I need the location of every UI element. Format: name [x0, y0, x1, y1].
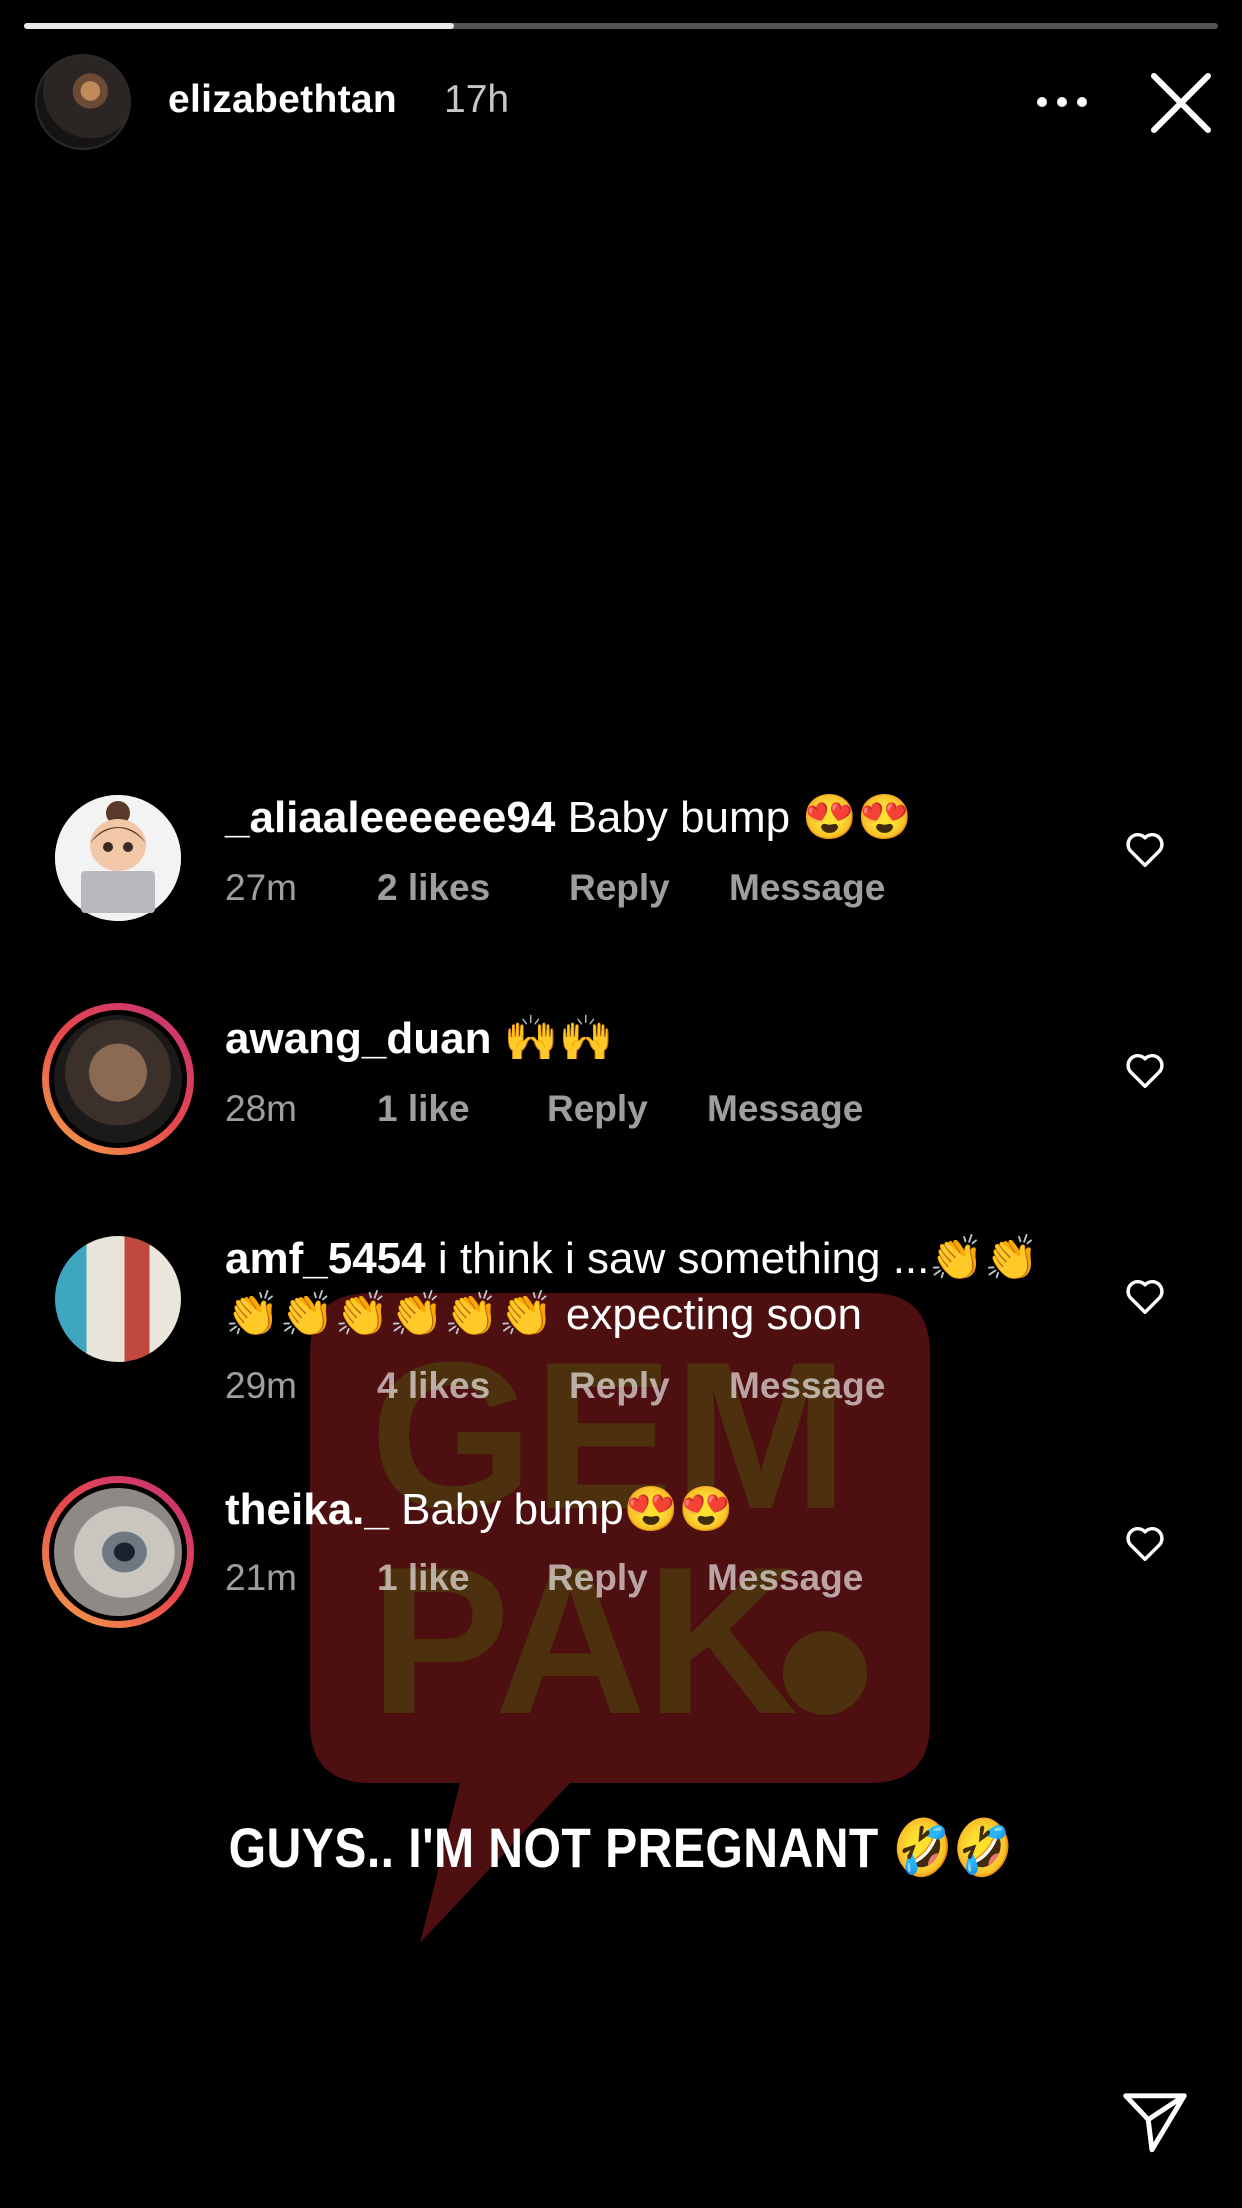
heart-outline-icon[interactable]	[1122, 1520, 1168, 1566]
comment-avatar[interactable]	[42, 1476, 194, 1628]
reply-button[interactable]: Reply	[547, 1088, 707, 1130]
comment-time: 28m	[225, 1088, 297, 1129]
story-caption: GUYS.. I'M NOT PREGNANT 🤣🤣	[228, 1816, 1014, 1879]
message-button[interactable]: Message	[707, 1088, 863, 1130]
heart-outline-icon[interactable]	[1122, 826, 1168, 872]
reply-button[interactable]: Reply	[569, 1365, 729, 1407]
heart-outline-icon[interactable]	[1122, 1047, 1168, 1093]
comment-username[interactable]: amf_5454	[225, 1234, 426, 1283]
comment-avatar[interactable]	[55, 795, 181, 921]
avatar-illustration-icon	[55, 795, 181, 921]
more-options-button[interactable]	[1032, 74, 1092, 130]
story-author-avatar[interactable]	[35, 54, 131, 150]
comment-likes[interactable]: 1 like	[377, 1088, 547, 1130]
comment-meta: 27m 2 likes Reply Message	[225, 867, 885, 909]
message-button[interactable]: Message	[729, 867, 885, 909]
comment-time: 21m	[225, 1557, 297, 1598]
message-button[interactable]: Message	[729, 1365, 885, 1407]
heart-outline-icon[interactable]	[1122, 1273, 1168, 1319]
send-button[interactable]	[1118, 2085, 1192, 2159]
comment-text: theika._ Baby bump😍😍	[225, 1482, 1065, 1538]
more-horizontal-icon	[1037, 97, 1087, 107]
comment-body: Baby bump😍😍	[401, 1485, 734, 1534]
comment-likes[interactable]: 2 likes	[377, 867, 569, 909]
close-button[interactable]	[1146, 68, 1216, 138]
comment-time: 29m	[225, 1365, 297, 1406]
comment-meta: 29m 4 likes Reply Message	[225, 1365, 885, 1407]
comment-username[interactable]: awang_duan	[225, 1014, 492, 1063]
comment-text: amf_5454 i think i saw something ...👏👏👏👏…	[225, 1231, 1065, 1343]
story-timestamp: 17h	[444, 78, 510, 121]
comment-meta: 21m 1 like Reply Message	[225, 1557, 863, 1599]
comment-time: 27m	[225, 867, 297, 908]
comment-username[interactable]: theika._	[225, 1485, 389, 1534]
story-author-username[interactable]: elizabethtan	[168, 78, 397, 122]
comment-meta: 28m 1 like Reply Message	[225, 1088, 863, 1130]
message-button[interactable]: Message	[707, 1557, 863, 1599]
reply-button[interactable]: Reply	[547, 1557, 707, 1599]
story-header: elizabethtan 17h	[0, 50, 1242, 154]
comment-avatar[interactable]	[55, 1236, 181, 1362]
comment-avatar[interactable]	[42, 1003, 194, 1155]
comment-body: Baby bump 😍😍	[567, 793, 912, 842]
comment-text: _aliaaleeeeee94 Baby bump 😍😍	[225, 790, 1065, 846]
comment-username[interactable]: _aliaaleeeeee94	[225, 793, 555, 842]
comment-text: awang_duan 🙌🙌	[225, 1011, 1065, 1067]
comment-likes[interactable]: 1 like	[377, 1557, 547, 1599]
comment-body: 🙌🙌	[503, 1014, 614, 1063]
send-icon	[1123, 2093, 1187, 2153]
story-progress-fill	[24, 23, 454, 29]
reply-button[interactable]: Reply	[569, 867, 729, 909]
close-icon	[1151, 73, 1211, 133]
story-progress-bar	[24, 23, 1218, 29]
comment-likes[interactable]: 4 likes	[377, 1365, 569, 1407]
